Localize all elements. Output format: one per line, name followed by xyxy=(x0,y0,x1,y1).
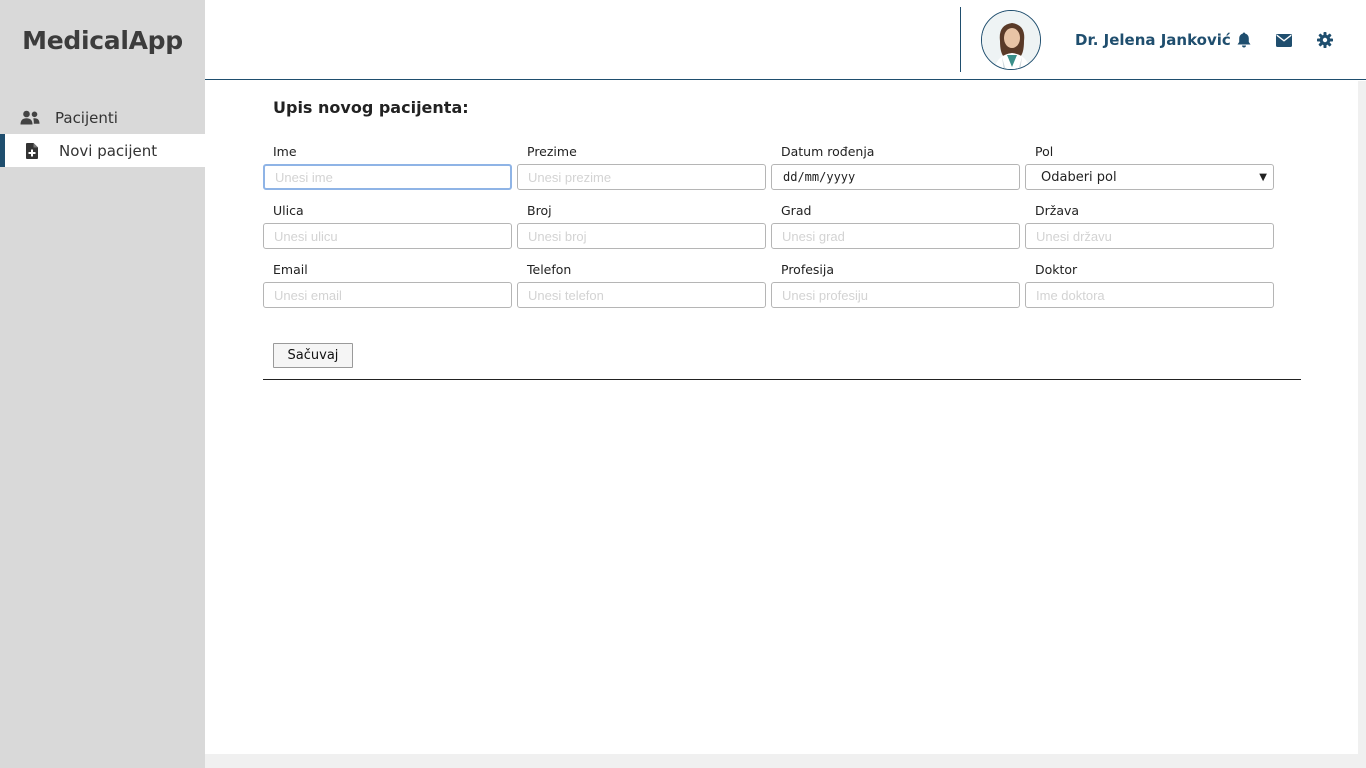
datum-rodjenja-label: Datum rođenja xyxy=(781,144,875,159)
form-divider xyxy=(263,379,1301,380)
field-ime: Ime xyxy=(263,144,513,190)
sidebar-item-novi-pacijent[interactable]: Novi pacijent xyxy=(0,134,205,167)
email-label: Email xyxy=(273,262,308,277)
sidebar-item-pacijenti[interactable]: Pacijenti xyxy=(0,101,205,134)
prezime-label: Prezime xyxy=(527,144,577,159)
field-grad: Grad xyxy=(771,203,1021,249)
ime-label: Ime xyxy=(273,144,297,159)
field-doktor: Doktor xyxy=(1025,262,1275,308)
sidebar-nav: Pacijenti Novi pacijent xyxy=(0,101,205,167)
app-brand: MedicalApp xyxy=(22,25,183,55)
users-icon xyxy=(20,110,40,126)
field-broj: Broj xyxy=(517,203,767,249)
drzava-input[interactable] xyxy=(1025,223,1274,249)
pol-select[interactable]: Odaberi pol ▼ xyxy=(1025,164,1274,190)
profesija-label: Profesija xyxy=(781,262,835,277)
gear-icon[interactable] xyxy=(1316,31,1334,49)
ime-input[interactable] xyxy=(263,164,512,190)
field-ulica: Ulica xyxy=(263,203,513,249)
email-input[interactable] xyxy=(263,282,512,308)
header-divider xyxy=(960,7,961,72)
page-title: Upis novog pacijenta: xyxy=(273,98,469,117)
sidebar-item-label: Novi pacijent xyxy=(59,141,158,160)
doktor-input[interactable] xyxy=(1025,282,1274,308)
top-header: Dr. Jelena Janković xyxy=(205,0,1366,80)
field-prezime: Prezime xyxy=(517,144,767,190)
telefon-input[interactable] xyxy=(517,282,766,308)
field-email: Email xyxy=(263,262,513,308)
pol-label: Pol xyxy=(1035,144,1054,159)
sidebar: MedicalApp Pacijenti Novi pacijent xyxy=(0,0,205,768)
grad-input[interactable] xyxy=(771,223,1020,249)
broj-input[interactable] xyxy=(517,223,766,249)
caret-down-icon: ▼ xyxy=(1259,171,1267,183)
user-name[interactable]: Dr. Jelena Janković xyxy=(1075,31,1231,49)
doktor-label: Doktor xyxy=(1035,262,1078,277)
ulica-label: Ulica xyxy=(273,203,304,218)
datum-rodjenja-input[interactable]: dd/mm/yyyy xyxy=(771,164,1020,190)
save-button[interactable]: Sačuvaj xyxy=(273,343,353,368)
envelope-icon[interactable] xyxy=(1275,31,1293,49)
drzava-label: Država xyxy=(1035,203,1080,218)
broj-label: Broj xyxy=(527,203,552,218)
vertical-scrollbar[interactable] xyxy=(1358,81,1366,754)
horizontal-scrollbar[interactable] xyxy=(205,754,1366,768)
ulica-input[interactable] xyxy=(263,223,512,249)
pol-select-value: Odaberi pol xyxy=(1041,169,1117,185)
grad-label: Grad xyxy=(781,203,812,218)
field-profesija: Profesija xyxy=(771,262,1021,308)
main-content: Upis novog pacijenta: Ime Prezime Datum … xyxy=(205,81,1358,754)
bell-icon[interactable] xyxy=(1235,31,1253,49)
sidebar-item-label: Pacijenti xyxy=(55,108,118,127)
field-pol: Pol Odaberi pol ▼ xyxy=(1025,144,1275,190)
prezime-input[interactable] xyxy=(517,164,766,190)
field-drzava: Država xyxy=(1025,203,1275,249)
telefon-label: Telefon xyxy=(527,262,572,277)
avatar[interactable] xyxy=(981,10,1041,70)
profesija-input[interactable] xyxy=(771,282,1020,308)
field-telefon: Telefon xyxy=(517,262,767,308)
file-medical-icon xyxy=(22,142,42,159)
field-datum-rodjenja: Datum rođenja dd/mm/yyyy xyxy=(771,144,1021,190)
